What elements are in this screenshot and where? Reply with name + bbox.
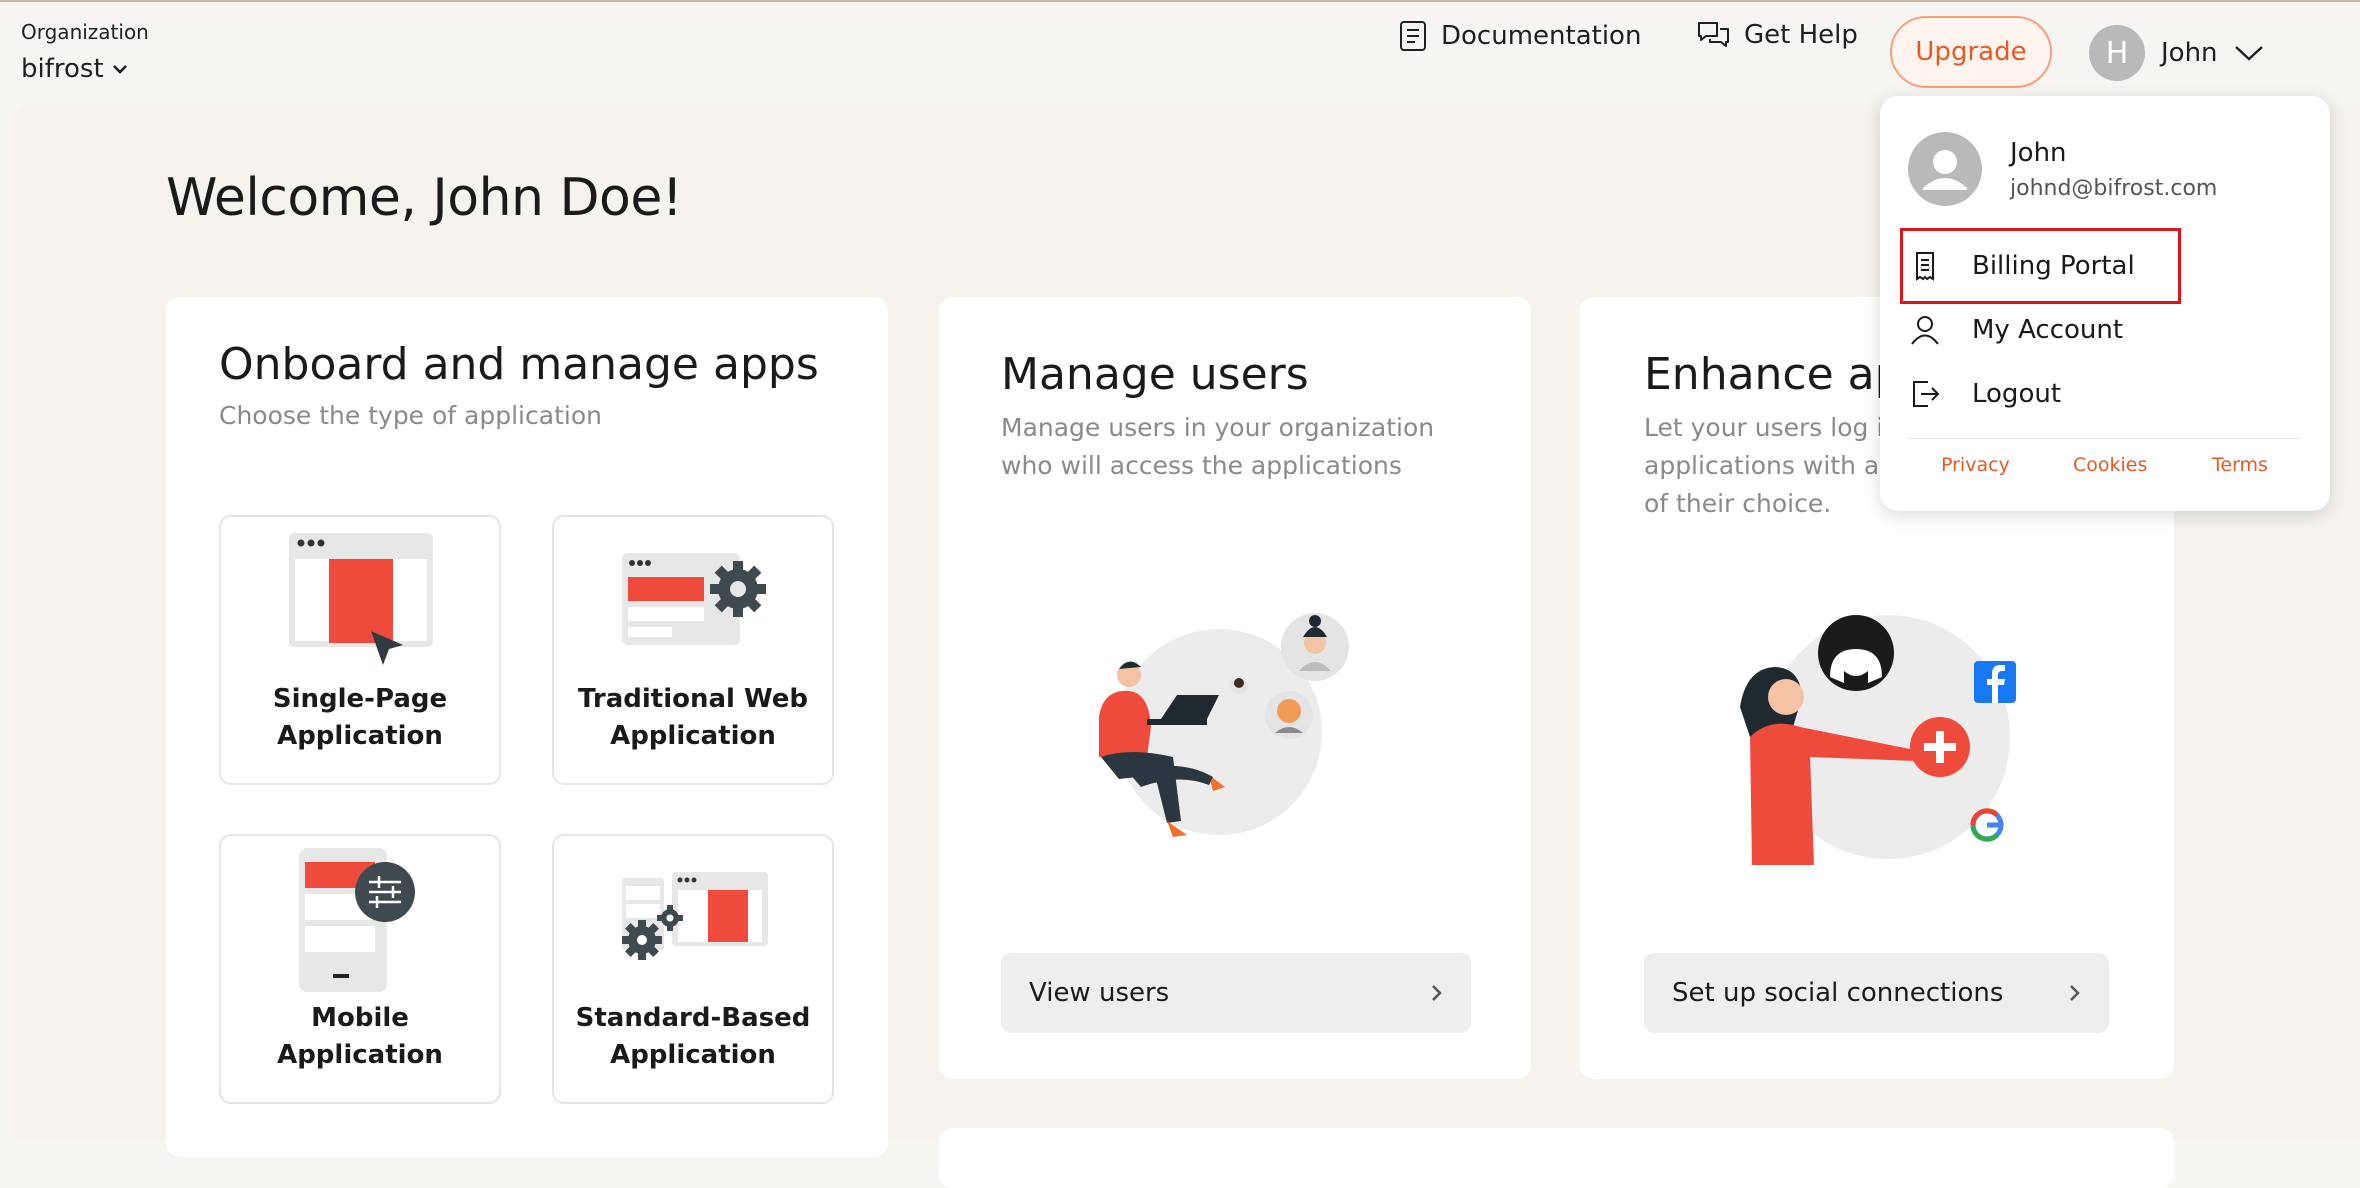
traditional-web-app-icon [622,553,766,645]
logout-label: Logout [1972,379,2062,409]
organization-name: bifrost [21,54,104,84]
top-border [0,0,2360,2]
privacy-link[interactable]: Privacy [1941,454,2010,476]
view-users-label: View users [1029,978,1170,1008]
manage-users-subtitle: Manage users in your organization who wil… [1001,413,1435,480]
manage-users-card: Manage users Manage users in your organi… [939,297,1531,1079]
cookies-link[interactable]: Cookies [2073,454,2147,476]
chevron-down-icon [112,65,127,74]
upgrade-button[interactable]: Upgrade [1890,16,2052,88]
single-page-app-tile[interactable]: Single-Page Application [219,515,501,785]
enhance-title: Enhance ap [1644,349,1903,400]
get-help-link[interactable]: Get Help [1696,20,1858,50]
avatar: H [2089,25,2145,81]
chat-icon [1698,22,1729,47]
enhance-subtitle: Let your users log in applications with a… [1644,413,1900,518]
traditional-web-app-tile[interactable]: Traditional Web Application [552,515,834,785]
single-page-app-icon [289,533,433,665]
my-account-label: My Account [1972,315,2124,345]
onboard-title: Onboard and manage apps [219,339,819,390]
onboard-subtitle: Choose the type of application [219,401,602,430]
documentation-link[interactable]: Documentation [1399,20,1641,52]
dropdown-user-email: johnd@bifrost.com [2010,176,2218,201]
document-icon [1400,21,1426,51]
tile-label: Standard-Based Application [575,1003,811,1070]
user-avatar-icon [1908,132,1982,206]
chevron-right-icon [2070,985,2080,1001]
user-name: John [2161,38,2218,68]
user-menu-trigger[interactable]: H John [2089,25,2264,81]
page-title: Welcome, John Doe! [166,168,683,228]
dropdown-user-name: John [2010,138,2067,168]
mobile-app-tile[interactable]: Mobile Application [219,834,501,1104]
standard-based-app-tile[interactable]: Standard-Based Application [552,834,834,1104]
chevron-right-icon [1432,985,1442,1001]
organization-select[interactable]: bifrost [21,54,149,84]
logout-menu-item[interactable]: Logout [1908,368,2308,420]
user-icon [1911,316,1939,345]
chevron-down-icon [2234,46,2263,61]
tile-label: Mobile Application [277,1003,443,1070]
billing-portal-label: Billing Portal [1972,251,2135,281]
mobile-app-icon [299,848,415,992]
manage-users-title: Manage users [1001,349,1309,400]
tile-label: Single-Page Application [272,684,448,751]
bottom-card [939,1128,2174,1188]
manage-users-illustration [1099,613,1349,837]
view-users-button[interactable]: View users [1001,953,1471,1033]
billing-portal-menu-item[interactable]: Billing Portal [1908,240,2308,292]
enhance-illustration [1740,615,2016,865]
documentation-label: Documentation [1441,21,1642,51]
onboard-apps-card: Onboard and manage apps Choose the type … [166,297,888,1157]
set-up-social-connections-button[interactable]: Set up social connections [1644,953,2109,1033]
user-dropdown-menu: John johnd@bifrost.com Billing Portal My… [1880,96,2330,511]
terms-link[interactable]: Terms [2212,454,2268,476]
logout-icon [1913,381,1940,407]
tile-label: Traditional Web Application [578,684,808,751]
receipt-icon [1916,252,1934,281]
organization-label: Organization [21,20,149,44]
get-help-label: Get Help [1744,20,1858,50]
standard-based-app-icon [622,872,768,960]
set-up-social-connections-label: Set up social connections [1672,978,2004,1008]
organization-switcher[interactable]: Organization bifrost [21,20,149,84]
dropdown-divider [1908,438,2300,439]
my-account-menu-item[interactable]: My Account [1908,304,2308,356]
